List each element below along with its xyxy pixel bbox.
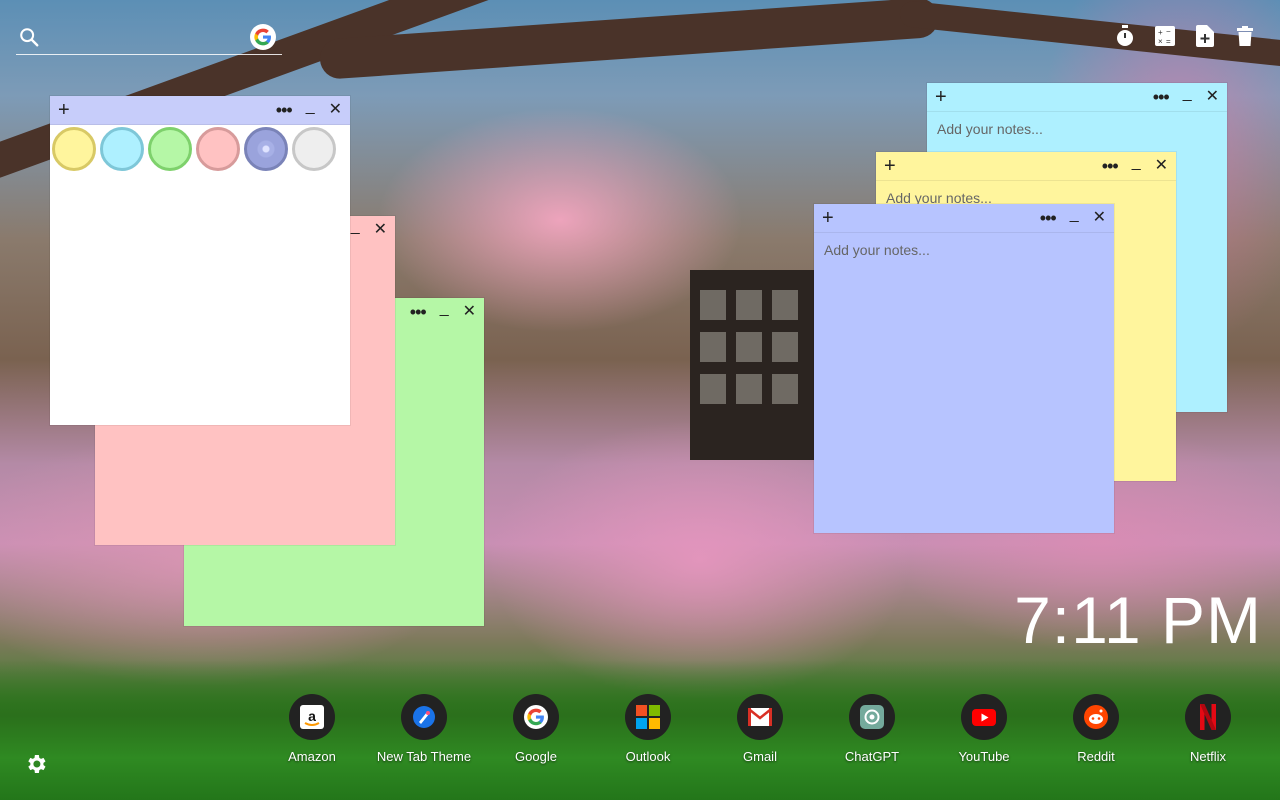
gear-icon[interactable]: [24, 752, 48, 776]
sticky-note-white[interactable]: + ••• _ ✕: [50, 96, 350, 425]
clock: 7:11 PM: [1014, 583, 1262, 657]
note-header[interactable]: + ••• _ ✕: [876, 152, 1176, 181]
color-picker: [50, 125, 350, 173]
svg-text:+: +: [1158, 28, 1163, 37]
color-swatch-green[interactable]: [148, 127, 192, 171]
minimize-icon[interactable]: _: [1070, 201, 1079, 229]
color-swatch-blue[interactable]: [244, 127, 288, 171]
chatgpt-icon: [849, 694, 895, 740]
shortcut-label: Gmail: [743, 749, 777, 764]
shortcut-label: Amazon: [288, 749, 336, 764]
color-swatch-yellow[interactable]: [52, 127, 96, 171]
new-tab-theme-icon: [401, 694, 447, 740]
more-options-icon[interactable]: •••: [1153, 83, 1170, 111]
gmail-icon: [737, 694, 783, 740]
calculator-icon[interactable]: + − × =: [1154, 24, 1176, 48]
google-icon: [513, 694, 559, 740]
close-icon[interactable]: ✕: [1093, 204, 1106, 232]
more-options-icon[interactable]: •••: [410, 298, 427, 326]
house-decor: [690, 270, 820, 460]
svg-text:a: a: [308, 708, 316, 724]
search-input[interactable]: [48, 26, 252, 52]
minimize-icon[interactable]: _: [306, 93, 315, 121]
shortcut-label: Google: [515, 749, 557, 764]
shortcut-label: Netflix: [1189, 749, 1227, 764]
svg-text:×: ×: [1158, 37, 1163, 46]
shortcut-youtube[interactable]: YouTube: [928, 694, 1040, 764]
color-swatch-white[interactable]: [292, 127, 336, 171]
shortcut-reddit[interactable]: Reddit: [1040, 694, 1152, 764]
sticky-note-blue[interactable]: + ••• _ ✕: [814, 204, 1114, 533]
close-icon[interactable]: ✕: [1206, 83, 1219, 111]
close-icon[interactable]: ✕: [463, 298, 476, 326]
youtube-icon: [961, 694, 1007, 740]
add-note-icon[interactable]: +: [822, 206, 834, 230]
svg-text:−: −: [1166, 27, 1171, 36]
shortcut-gmail[interactable]: Gmail: [704, 694, 816, 764]
note-header[interactable]: + ••• _ ✕: [814, 204, 1114, 233]
svg-text:=: =: [1166, 37, 1171, 46]
note-text-input[interactable]: [814, 233, 1114, 533]
shortcut-google[interactable]: Google: [480, 694, 592, 764]
netflix-icon: [1185, 694, 1231, 740]
minimize-icon[interactable]: _: [351, 213, 360, 241]
new-note-icon[interactable]: [1194, 24, 1216, 48]
color-swatch-pink[interactable]: [196, 127, 240, 171]
shortcut-label: Reddit: [1077, 749, 1115, 764]
search-icon[interactable]: [18, 26, 40, 48]
color-swatch-cyan[interactable]: [100, 127, 144, 171]
add-note-icon[interactable]: +: [935, 85, 947, 109]
more-options-icon[interactable]: •••: [1102, 152, 1119, 180]
minimize-icon[interactable]: _: [1183, 80, 1192, 108]
add-note-icon[interactable]: +: [58, 98, 70, 122]
close-icon[interactable]: ✕: [329, 96, 342, 124]
more-options-icon[interactable]: •••: [1040, 204, 1057, 232]
more-options-icon[interactable]: •••: [276, 96, 293, 124]
shortcut-label: ChatGPT: [844, 749, 900, 764]
shortcut-dock: a Amazon New Tab Theme Google Outlook Gm…: [256, 694, 1264, 764]
shortcut-label: New Tab Theme: [376, 749, 472, 764]
trash-icon[interactable]: [1234, 24, 1256, 48]
shortcut-amazon[interactable]: a Amazon: [256, 694, 368, 764]
amazon-icon: a: [289, 694, 335, 740]
close-icon[interactable]: ✕: [374, 216, 387, 244]
shortcut-outlook[interactable]: Outlook: [592, 694, 704, 764]
stopwatch-icon[interactable]: [1114, 24, 1136, 48]
shortcut-netflix[interactable]: Netflix: [1152, 694, 1264, 764]
minimize-icon[interactable]: _: [440, 295, 449, 323]
minimize-icon[interactable]: _: [1132, 149, 1141, 177]
shortcut-label: Outlook: [625, 749, 671, 764]
shortcut-label: YouTube: [958, 749, 1010, 764]
google-search-icon[interactable]: [250, 24, 276, 50]
add-note-icon[interactable]: +: [884, 154, 896, 178]
search-bar: [16, 22, 282, 55]
shortcut-new-tab-theme[interactable]: New Tab Theme: [368, 694, 480, 764]
note-header[interactable]: + ••• _ ✕: [50, 96, 350, 125]
close-icon[interactable]: ✕: [1155, 152, 1168, 180]
reddit-icon: [1073, 694, 1119, 740]
note-header[interactable]: + ••• _ ✕: [927, 83, 1227, 112]
outlook-icon: [625, 694, 671, 740]
top-toolbar: + − × =: [1114, 24, 1256, 48]
shortcut-chatgpt[interactable]: ChatGPT: [816, 694, 928, 764]
